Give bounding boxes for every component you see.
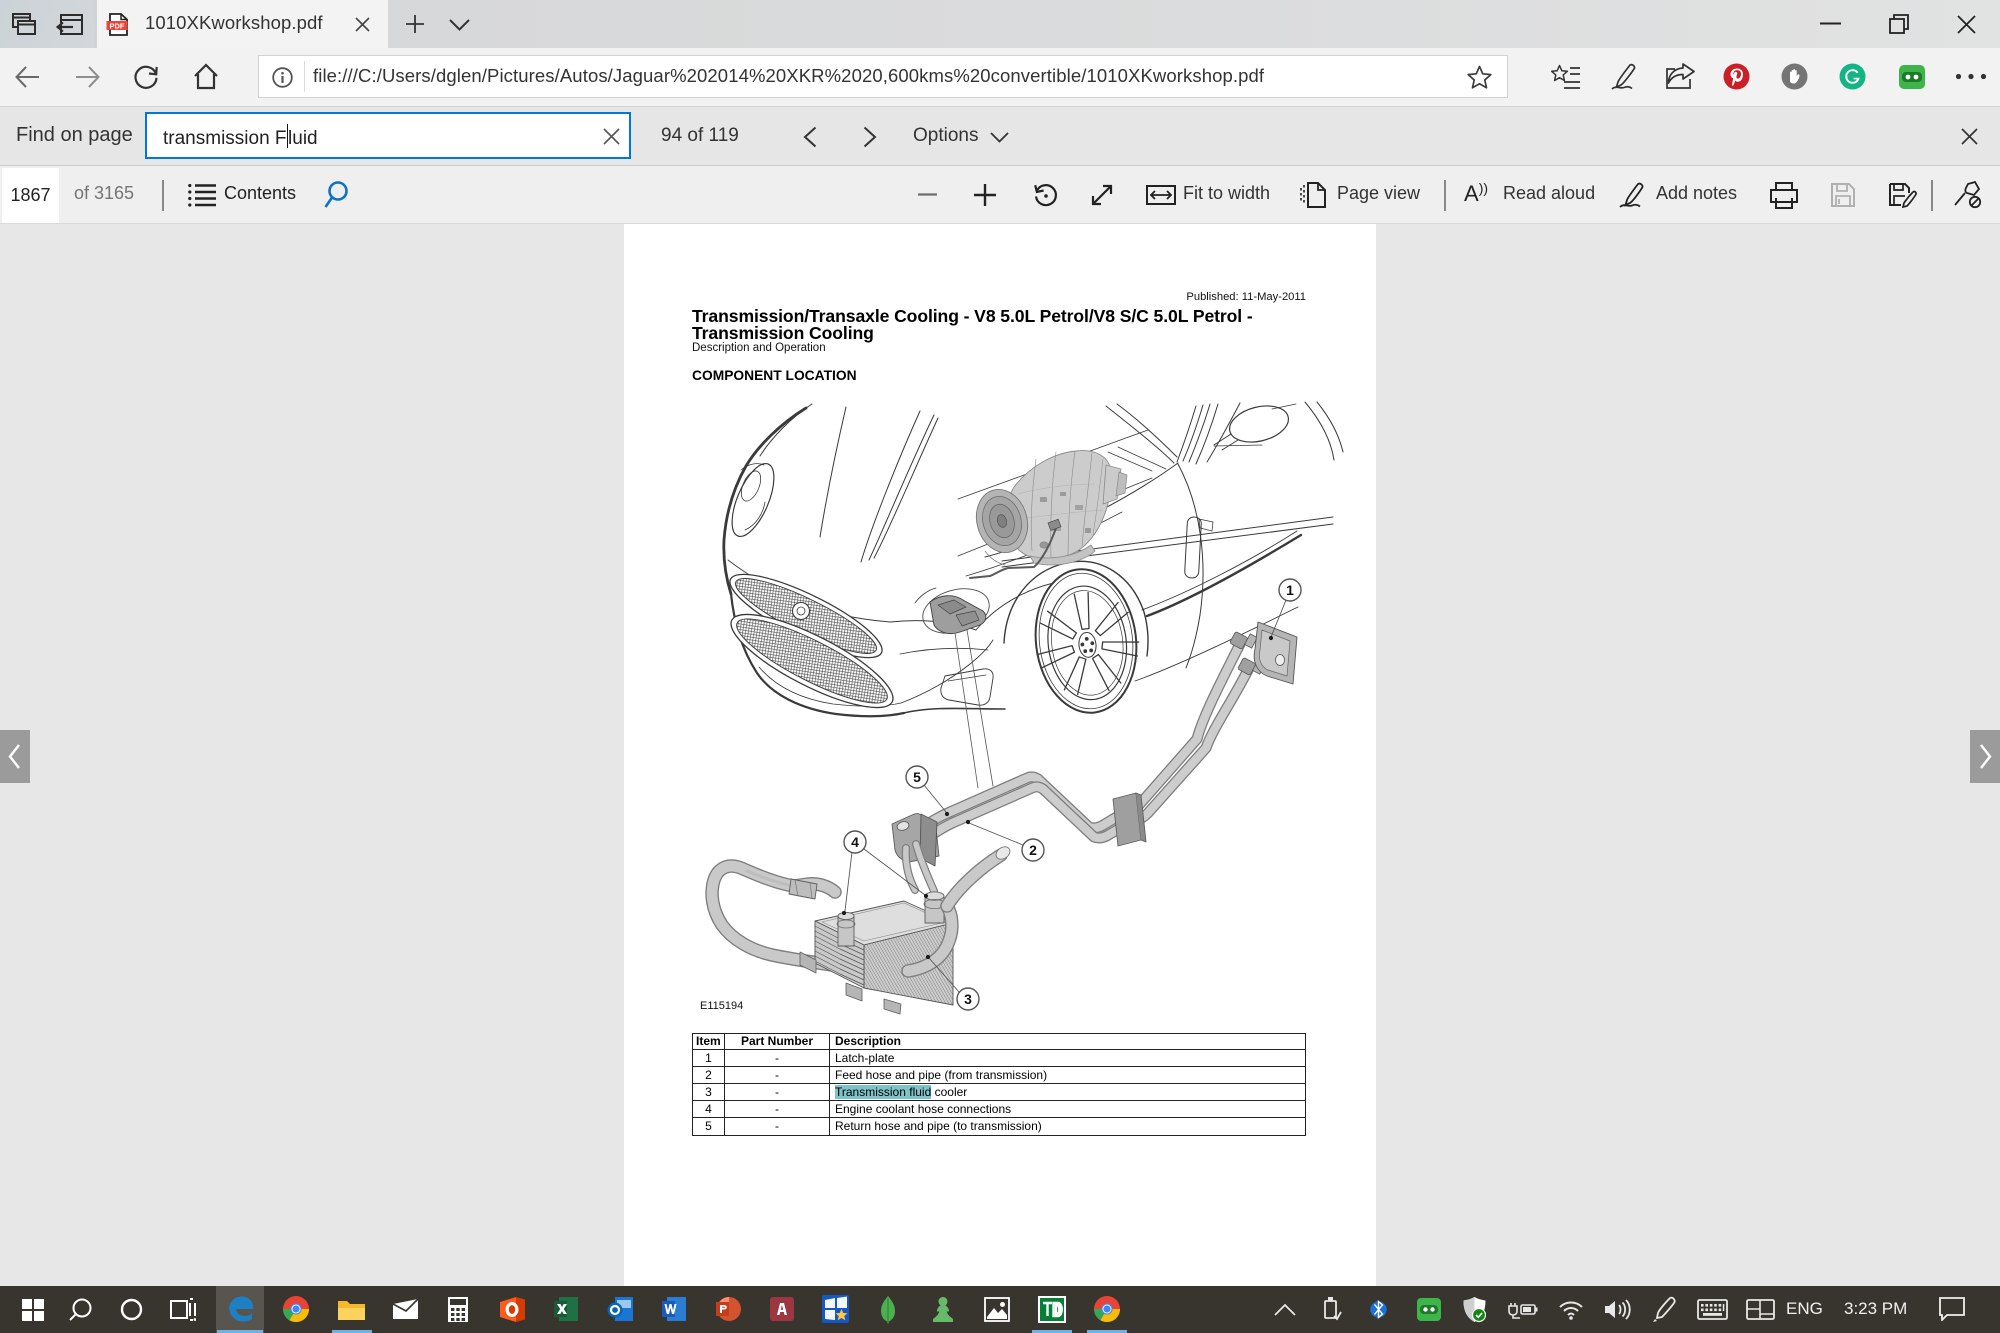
svg-text:1: 1: [1286, 582, 1294, 598]
svg-text:PDF: PDF: [110, 21, 125, 30]
svg-text:4: 4: [851, 834, 859, 850]
svg-text:5: 5: [913, 769, 921, 785]
svg-text:2: 2: [1029, 842, 1037, 858]
svg-text:3: 3: [964, 991, 972, 1007]
